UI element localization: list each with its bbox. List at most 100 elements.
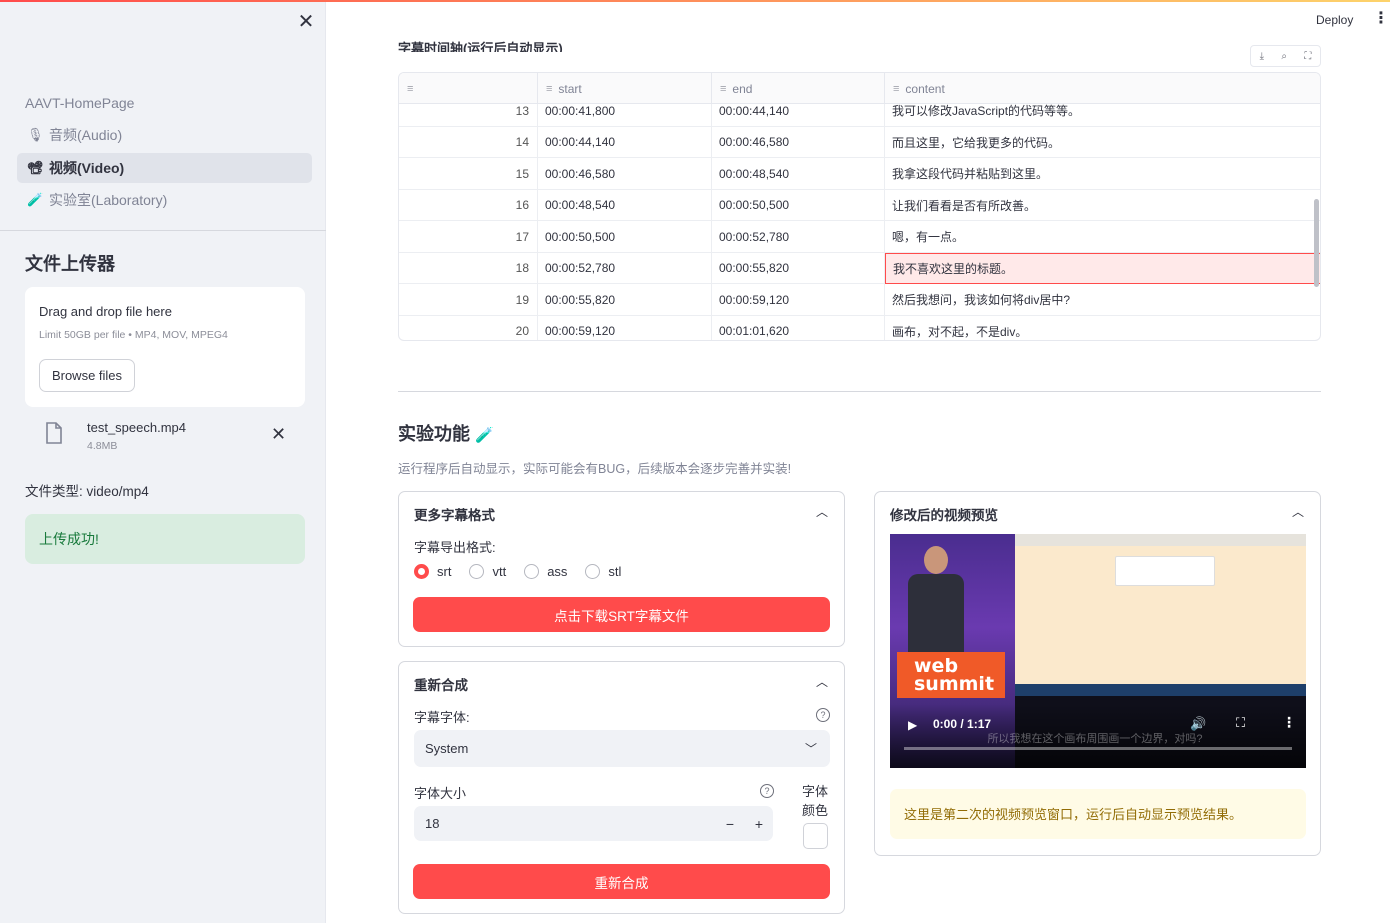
fullscreen-icon[interactable]: ⛶ <box>1236 715 1245 731</box>
cell-content[interactable]: 我拿这段代码并粘贴到这里。 <box>885 158 1320 190</box>
cell-index[interactable]: 20 <box>399 315 538 340</box>
cell-start[interactable]: 00:00:46,580 <box>538 158 712 190</box>
test-tube-icon: 🧪 <box>475 427 494 444</box>
column-header-end[interactable]: ≡ end <box>712 73 885 104</box>
chevron-up-icon[interactable]: ︿ <box>816 673 828 690</box>
cell-end[interactable]: 00:00:55,820 <box>712 252 885 284</box>
dock-bar <box>1015 684 1306 696</box>
radio-dot <box>524 564 540 579</box>
dropzone-text: Drag and drop file here <box>39 304 172 319</box>
download-icon[interactable]: ⤓ <box>1260 51 1264 62</box>
search-icon[interactable]: ⌕ <box>1281 51 1287 62</box>
file-type-text: 文件类型: video/mp4 <box>25 484 149 499</box>
formats-expander-title[interactable]: 更多字幕格式 <box>414 504 495 524</box>
more-options-icon[interactable]: ⋮ <box>1282 714 1296 731</box>
browser-dialog <box>1115 556 1215 586</box>
cell-content[interactable]: 我不喜欢这里的标题。 <box>885 252 1320 284</box>
video-player[interactable]: web summit 所以我想在这个画布周围画一个边界，对吗? ▶ 0:00 /… <box>890 534 1306 768</box>
table-row[interactable]: 17 00:00:50,500 00:00:52,780 嗯，有一点。 <box>399 221 1320 253</box>
sidebar-item-label: 音频(Audio) <box>49 127 123 143</box>
microphone-icon: 🎙 <box>27 127 44 142</box>
increment-button[interactable]: + <box>745 806 773 841</box>
table-body: 13 00:00:41,800 00:00:44,140 我可以修改JavaScrip… <box>399 95 1320 341</box>
cell-index[interactable]: 17 <box>399 221 538 253</box>
cell-content[interactable]: 然后我想问，我该如何将div居中? <box>885 284 1320 316</box>
table-row[interactable]: 18 00:00:52,780 00:00:55,820 我不喜欢这里的标题。 <box>399 252 1320 284</box>
cell-end[interactable]: 00:00:59,120 <box>712 284 885 316</box>
format-radio-group: srt vtt ass stl <box>414 564 621 579</box>
resynth-expander-title[interactable]: 重新合成 <box>414 674 468 694</box>
table-row[interactable]: 20 00:00:59,120 00:01:01,620 画布，对不起，不是div。 <box>399 315 1320 341</box>
cell-start[interactable]: 00:00:50,500 <box>538 221 712 253</box>
help-icon[interactable]: ? <box>816 708 830 722</box>
column-header-index[interactable]: ≡ <box>399 73 538 104</box>
cell-start[interactable]: 00:00:44,140 <box>538 126 712 158</box>
web-summit-logo: web summit <box>897 652 1005 698</box>
chevron-up-icon[interactable]: ︿ <box>816 503 828 520</box>
decrement-button[interactable]: − <box>716 806 744 841</box>
close-icon[interactable]: ✕ <box>296 12 316 32</box>
radio-srt[interactable]: srt <box>414 564 451 579</box>
cell-index[interactable]: 15 <box>399 158 538 190</box>
resynth-button[interactable]: 重新合成 <box>413 864 830 899</box>
cell-start[interactable]: 00:00:55,820 <box>538 284 712 316</box>
cell-end[interactable]: 00:00:52,780 <box>712 221 885 253</box>
file-dropzone[interactable]: Drag and drop file here Limit 50GB per f… <box>25 287 305 407</box>
section-divider <box>398 391 1321 392</box>
uploaded-file: test_speech.mp4 4.8MB ✕ <box>25 415 305 459</box>
cell-content[interactable]: 嗯，有一点。 <box>885 221 1320 253</box>
radio-stl[interactable]: stl <box>585 564 621 579</box>
browse-files-button[interactable]: Browse files <box>39 359 135 392</box>
table-scrollbar[interactable] <box>1314 199 1319 287</box>
cell-content[interactable]: 画布，对不起，不是div。 <box>885 316 1320 341</box>
cell-end[interactable]: 00:01:01,620 <box>712 315 885 340</box>
cell-start[interactable]: 00:00:48,540 <box>538 189 712 221</box>
font-select[interactable]: System ﹀ <box>414 730 830 767</box>
font-size-input[interactable]: 18 − + <box>414 806 773 841</box>
chevron-up-icon[interactable]: ︿ <box>1292 503 1304 520</box>
table-row[interactable]: 16 00:00:48,540 00:00:50,500 让我们看看是否有所改善。 <box>399 189 1320 222</box>
cell-end[interactable]: 00:00:50,500 <box>712 189 885 221</box>
column-header-content[interactable]: ≡ content <box>885 73 1320 104</box>
column-header-start[interactable]: ≡ start <box>538 73 712 104</box>
help-icon[interactable]: ? <box>760 784 774 798</box>
play-icon[interactable]: ▶ <box>908 718 917 732</box>
success-alert: 上传成功! <box>25 514 305 564</box>
radio-dot <box>414 564 429 579</box>
sidebar-divider <box>0 230 326 231</box>
main-menu-icon[interactable]: ⋮ <box>1373 11 1389 27</box>
table-row[interactable]: 19 00:00:55,820 00:00:59,120 然后我想问，我该如何将div… <box>399 284 1320 316</box>
cell-end[interactable]: 00:00:46,580 <box>712 126 885 158</box>
nav-home-link[interactable]: AAVT-HomePage <box>25 95 134 111</box>
video-progress-bar[interactable] <box>904 747 1292 750</box>
table-row[interactable]: 15 00:00:46,580 00:00:48,540 我拿这段代码并粘贴到这里。 <box>399 158 1320 190</box>
cell-start[interactable]: 00:00:52,780 <box>538 252 712 284</box>
sidebar-item-audio[interactable]: 🎙 音频(Audio) <box>17 120 312 150</box>
film-camera-icon: 📽 <box>27 160 44 175</box>
fullscreen-icon[interactable]: ⛶ <box>1304 51 1311 62</box>
cell-content[interactable]: 让我们看看是否有所改善。 <box>885 190 1320 222</box>
remove-file-icon[interactable]: ✕ <box>271 424 286 445</box>
text-column-icon: ≡ <box>407 82 414 95</box>
timeline-title: 字幕时间轴(运行后自动显示) <box>398 41 563 52</box>
cell-content[interactable]: 而且这里，它给我更多的代码。 <box>885 127 1320 159</box>
table-header: ≡ ≡ start ≡ end ≡ content <box>399 73 1320 104</box>
radio-vtt[interactable]: vtt <box>469 564 506 579</box>
volume-icon[interactable]: 🔊 <box>1190 716 1206 732</box>
cell-index[interactable]: 18 <box>399 252 538 284</box>
table-row[interactable]: 14 00:00:44,140 00:00:46,580 而且这里，它给我更多的代码。 <box>399 126 1320 159</box>
cell-start[interactable]: 00:00:59,120 <box>538 315 712 340</box>
font-color-picker[interactable] <box>803 823 828 849</box>
cell-end[interactable]: 00:00:48,540 <box>712 158 885 190</box>
cell-index[interactable]: 19 <box>399 284 538 316</box>
cell-index[interactable]: 16 <box>399 189 538 221</box>
preview-expander: 修改后的视频预览 ︿ web summit 所以我想在这个画布周围画一个边界，对… <box>874 491 1321 856</box>
deploy-button[interactable]: Deploy <box>1316 13 1353 27</box>
sidebar-item-video[interactable]: 📽 视频(Video) <box>17 153 312 183</box>
download-srt-button[interactable]: 点击下载SRT字幕文件 <box>413 597 830 632</box>
preview-expander-title[interactable]: 修改后的视频预览 <box>890 504 998 524</box>
subtitle-table[interactable]: 13 00:00:41,800 00:00:44,140 我可以修改JavaScrip… <box>398 72 1321 341</box>
sidebar-item-laboratory[interactable]: 🧪 实验室(Laboratory) <box>17 185 312 215</box>
radio-ass[interactable]: ass <box>524 564 567 579</box>
cell-index[interactable]: 14 <box>399 126 538 158</box>
